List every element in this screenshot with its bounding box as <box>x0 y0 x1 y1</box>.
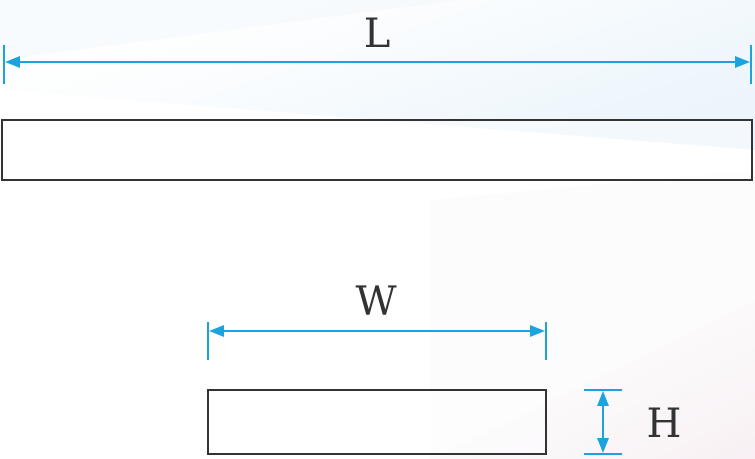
long-rectangle <box>1 119 753 181</box>
width-label: W <box>355 279 396 325</box>
length-label: L <box>364 11 391 57</box>
width-left-arrowhead <box>209 325 224 337</box>
dimension-diagram: L W H <box>1 11 753 455</box>
length-right-arrowhead <box>735 56 750 68</box>
height-top-arrowhead <box>597 391 609 406</box>
height-dimension: H <box>584 389 682 455</box>
diagram-canvas: L W H <box>0 0 755 459</box>
width-right-arrowhead <box>530 325 545 337</box>
length-dimension: L <box>3 11 752 84</box>
height-label: H <box>647 401 682 447</box>
height-bottom-arrowhead <box>597 438 609 453</box>
length-left-arrowhead <box>5 56 20 68</box>
short-rectangle <box>207 389 547 455</box>
width-dimension: W <box>207 279 547 360</box>
